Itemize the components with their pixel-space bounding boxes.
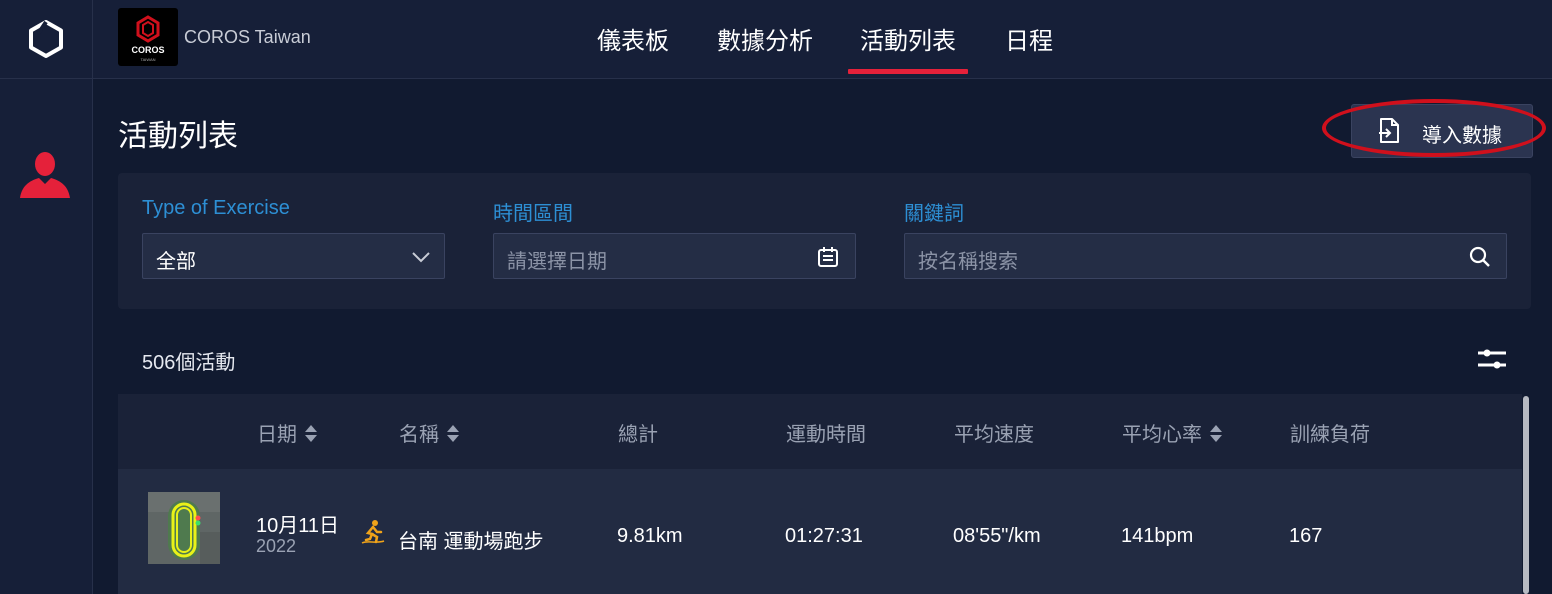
- keyword-label: 關鍵詞: [904, 203, 964, 225]
- search-icon[interactable]: [1468, 245, 1492, 269]
- highlight-circle-annotation: [1322, 99, 1546, 157]
- nav-dashboard[interactable]: 儀表板: [597, 21, 669, 56]
- brand-logo-text: COROS: [131, 45, 164, 55]
- activity-count: 506個活動: [142, 352, 236, 374]
- active-tab-indicator: [848, 69, 968, 74]
- header-pace: 平均速度: [954, 424, 1034, 446]
- brand-logo-subtext: TAIWAN: [140, 57, 155, 62]
- header-time: 運動時間: [786, 424, 866, 446]
- keyword-placeholder: 按名稱搜索: [918, 251, 1018, 273]
- brand-name: COROS Taiwan: [184, 27, 311, 47]
- running-icon: [361, 520, 385, 544]
- scrollbar-thumb[interactable]: [1523, 396, 1529, 594]
- activity-table: 日期 名稱 總計 運動時間 平均速度 平均心率 訓練負荷 10月11日 2022: [118, 394, 1522, 594]
- sliders-icon[interactable]: [1476, 345, 1508, 373]
- header-load: 訓練負荷: [1290, 424, 1370, 446]
- sort-icon: [305, 424, 317, 442]
- nav-schedule[interactable]: 日程: [1005, 21, 1053, 56]
- calendar-icon: [818, 247, 838, 267]
- exercise-type-label: Type of Exercise: [142, 197, 290, 219]
- side-rail: [0, 0, 93, 594]
- user-icon[interactable]: [18, 150, 72, 200]
- header-name[interactable]: 名稱: [399, 418, 460, 447]
- route-map-thumbnail[interactable]: [148, 492, 220, 564]
- row-training-load: 167: [1289, 525, 1323, 547]
- brand-logo[interactable]: COROS TAIWAN: [118, 8, 178, 66]
- sort-icon: [447, 424, 459, 442]
- header-hr[interactable]: 平均心率: [1122, 418, 1223, 447]
- header-hr-label: 平均心率: [1122, 424, 1202, 446]
- row-total-distance: 9.81km: [617, 525, 683, 547]
- exercise-type-select[interactable]: 全部: [142, 233, 445, 279]
- row-duration: 01:27:31: [785, 525, 863, 547]
- date-range-label: 時間區間: [493, 203, 573, 225]
- coros-logo-icon[interactable]: [0, 0, 92, 79]
- row-activity-name[interactable]: 台南 運動場跑步: [398, 525, 544, 554]
- filter-panel: Type of Exercise 全部 時間區間 請選擇日期 關鍵詞 按名稱搜索: [118, 173, 1531, 309]
- row-avg-pace: 08'55"/km: [953, 525, 1041, 547]
- table-row[interactable]: 10月11日 2022 台南 運動場跑步 9.81km 01:27:31 08'…: [118, 469, 1522, 594]
- exercise-type-value: 全部: [156, 251, 196, 273]
- row-date: 10月11日: [256, 515, 340, 537]
- header-total: 總計: [618, 424, 658, 446]
- keyword-search-input[interactable]: 按名稱搜索: [904, 233, 1507, 279]
- header-date[interactable]: 日期: [257, 418, 318, 447]
- sort-icon: [1210, 424, 1222, 442]
- nav-activity-list[interactable]: 活動列表: [860, 21, 956, 56]
- nav-analysis[interactable]: 數據分析: [717, 21, 813, 56]
- date-range-picker[interactable]: 請選擇日期: [493, 233, 856, 279]
- header-name-label: 名稱: [399, 424, 439, 446]
- top-bar: COROS TAIWAN COROS Taiwan 儀表板 數據分析 活動列表 …: [93, 0, 1552, 79]
- header-date-label: 日期: [257, 424, 297, 446]
- row-avg-heart-rate: 141bpm: [1121, 525, 1194, 547]
- date-range-placeholder: 請選擇日期: [507, 251, 607, 273]
- page-title: 活動列表: [118, 120, 238, 153]
- chevron-down-icon: [412, 252, 430, 263]
- row-year: 2022: [256, 536, 297, 556]
